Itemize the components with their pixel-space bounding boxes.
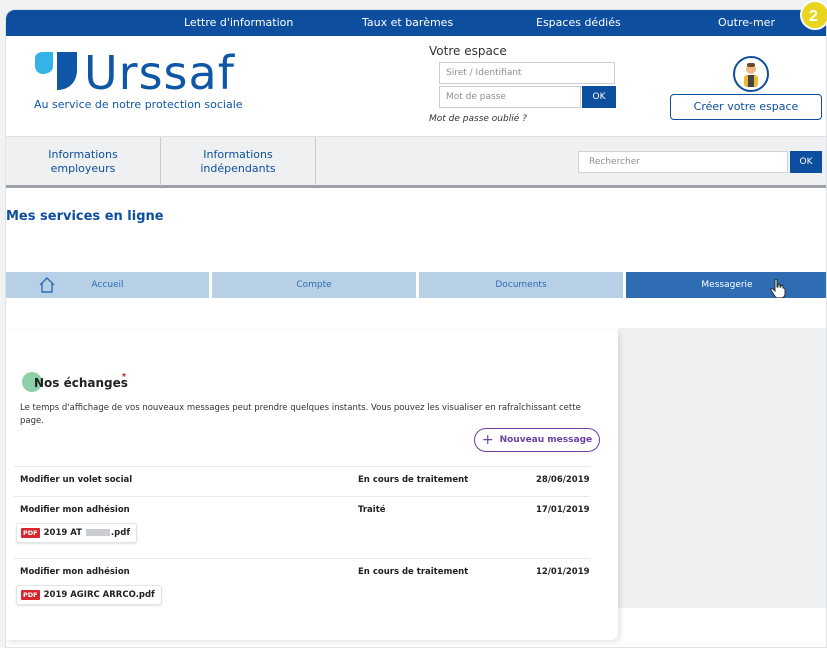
sub-navigation: Informations employeurs Informations ind… xyxy=(6,136,826,188)
search-input[interactable]: Rechercher xyxy=(578,151,788,173)
topnav-dedicated-spaces-link[interactable]: Espaces dédiés xyxy=(536,16,621,29)
create-space-button[interactable]: Créer votre espace xyxy=(670,94,822,120)
refresh-note: Le temps d'affichage de vos nouveaux mes… xyxy=(20,403,581,426)
subnav-independents-line1: Informations xyxy=(203,147,273,161)
subnav-independents-info[interactable]: Informations indépendants xyxy=(161,137,316,186)
service-tabs: Accueil Compte Documents Messagerie xyxy=(6,272,826,298)
pdf-attachment[interactable]: PDF 2019 AT .pdf xyxy=(16,523,138,543)
home-icon xyxy=(39,277,55,293)
tab-documents[interactable]: Documents xyxy=(419,272,626,298)
right-panel xyxy=(618,328,826,608)
site-header: Urssaf Au service de notre protection so… xyxy=(6,36,826,136)
forgot-password-link[interactable]: Mot de passe oublié ? xyxy=(429,114,527,124)
tab-home-label: Accueil xyxy=(91,280,124,290)
required-mark: * xyxy=(122,372,126,383)
tab-messaging-label: Messagerie xyxy=(701,280,753,290)
tab-account[interactable]: Compte xyxy=(212,272,419,298)
siret-input[interactable]: Siret / Identifiant xyxy=(439,62,615,84)
message-subject: Modifier mon adhésion xyxy=(20,567,130,577)
message-date: 12/01/2019 xyxy=(536,567,590,577)
logo-text[interactable]: Urssaf xyxy=(84,46,235,100)
message-status: Traité xyxy=(358,505,386,515)
password-placeholder: Mot de passe xyxy=(446,92,506,102)
your-space-title: Votre espace xyxy=(429,44,507,58)
message-date: 28/06/2019 xyxy=(536,475,590,485)
subnav-employers-line2: employeurs xyxy=(50,161,116,175)
tab-account-label: Compte xyxy=(296,280,332,290)
attachment-name: 2019 AT .pdf xyxy=(44,528,130,538)
siret-placeholder: Siret / Identifiant xyxy=(446,68,522,78)
message-subject: Modifier un volet social xyxy=(20,475,133,485)
subnav-independents-line2: indépendants xyxy=(200,161,276,175)
urssaf-logo-icon[interactable] xyxy=(31,52,81,92)
exchanges-card: Nos échanges * Le temps d'affichage de v… xyxy=(6,330,618,640)
plus-icon: + xyxy=(481,432,494,448)
login-ok-button[interactable]: OK xyxy=(582,86,616,108)
message-status: En cours de traitement xyxy=(358,567,469,577)
avatar[interactable] xyxy=(733,56,769,92)
search-placeholder: Rechercher xyxy=(589,157,640,167)
message-date: 17/01/2019 xyxy=(536,505,590,515)
message-status: En cours de traitement xyxy=(358,475,469,485)
attachment-name-suffix: .pdf xyxy=(110,528,131,538)
search-ok-button[interactable]: OK xyxy=(790,151,822,173)
message-row[interactable]: Modifier mon adhésion Traité 17/01/2019 … xyxy=(14,496,590,558)
new-message-label: Nouveau message xyxy=(499,435,593,445)
tab-home[interactable]: Accueil xyxy=(6,272,212,298)
attachment-name-prefix: 2019 AT xyxy=(43,528,82,538)
hand-cursor-icon xyxy=(770,279,786,299)
new-message-button[interactable]: + Nouveau message xyxy=(474,428,600,452)
tab-messaging[interactable]: Messagerie xyxy=(626,272,826,298)
page-title: Mes services en ligne xyxy=(6,209,164,224)
pdf-icon: PDF xyxy=(21,590,40,600)
password-input[interactable]: Mot de passe xyxy=(439,86,581,108)
exchanges-title: Nos échanges xyxy=(34,376,128,390)
subnav-employers-line1: Informations xyxy=(48,147,118,161)
browser-frame: Lettre d'information Taux et barèmes Esp… xyxy=(5,9,827,648)
redacted-block xyxy=(85,529,110,536)
topnav-overseas-link[interactable]: Outre-mer xyxy=(718,16,775,29)
pdf-attachment[interactable]: PDF 2019 AGIRC ARRCO.pdf xyxy=(16,585,162,605)
message-row[interactable]: Modifier un volet social En cours de tra… xyxy=(14,466,590,496)
logo-tagline: Au service de notre protection sociale xyxy=(34,98,243,111)
pdf-icon: PDF xyxy=(21,528,40,538)
topnav-rates-link[interactable]: Taux et barèmes xyxy=(362,16,453,29)
step-badge: 2 xyxy=(800,0,827,30)
subnav-employers-info[interactable]: Informations employeurs xyxy=(6,137,161,186)
tab-documents-label: Documents xyxy=(495,280,547,290)
message-subject: Modifier mon adhésion xyxy=(20,505,130,515)
user-icon xyxy=(744,63,758,87)
top-navigation: Lettre d'information Taux et barèmes Esp… xyxy=(6,10,826,36)
attachment-name: 2019 AGIRC ARRCO.pdf xyxy=(43,590,155,600)
message-row[interactable]: Modifier mon adhésion En cours de traite… xyxy=(14,558,590,620)
topnav-newsletter-link[interactable]: Lettre d'information xyxy=(184,16,293,29)
